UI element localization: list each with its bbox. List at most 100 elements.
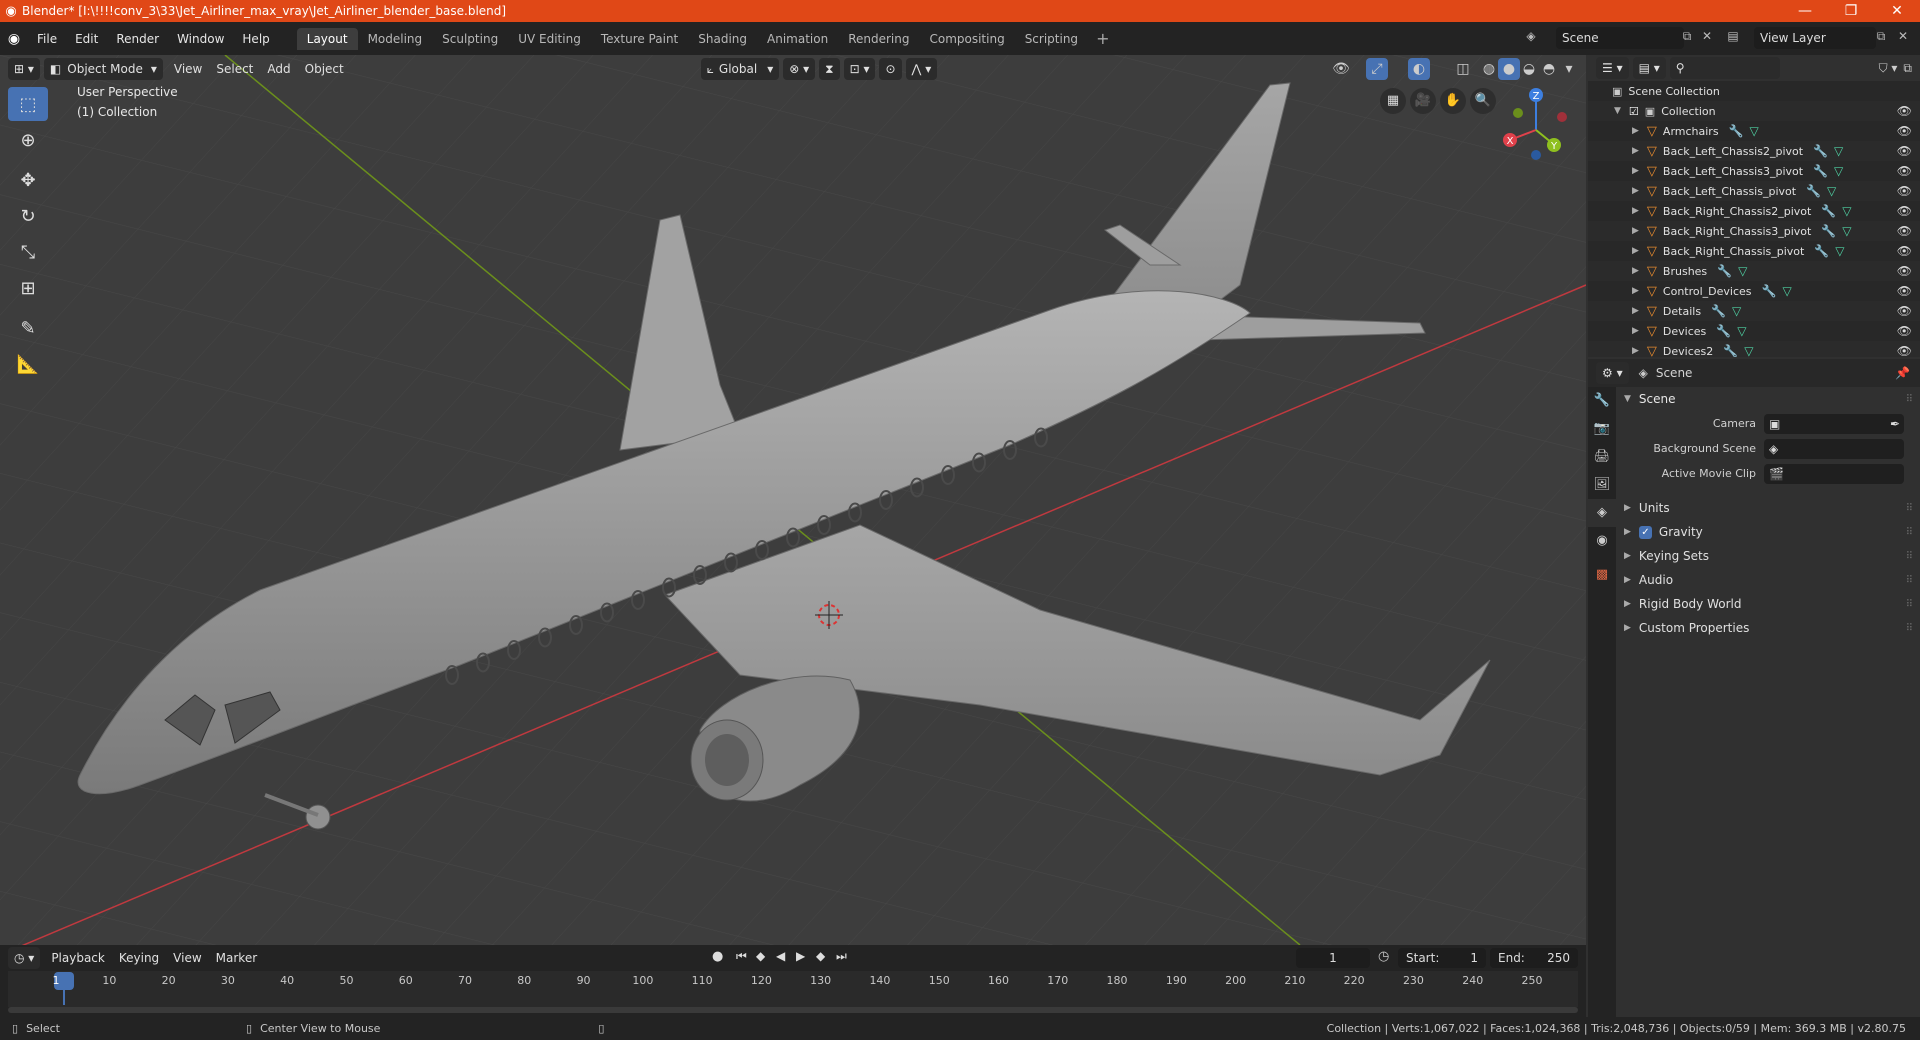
properties-editor-type-button[interactable]: ⚙ ▾ (1596, 362, 1629, 384)
xray-toggle-icon[interactable]: ◫ (1452, 58, 1474, 80)
mesh-data-icon[interactable]: ▽ (1732, 304, 1741, 318)
eye-icon[interactable]: 👁 (1897, 164, 1912, 178)
transform-orientation-selector[interactable]: ⟀ Global ▾ (700, 58, 780, 80)
rotate-tool[interactable]: ↻ (8, 199, 48, 233)
expand-icon[interactable]: ▼ (1614, 106, 1621, 116)
tab-layout[interactable]: Layout (296, 27, 358, 50)
snap-toggle-icon[interactable]: ⧗ (819, 58, 840, 80)
snap-target-button[interactable]: ⊡ ▾ (843, 58, 876, 80)
modifier-icon[interactable]: 🔧 (1729, 124, 1744, 138)
movie-clip-field[interactable]: 🎬 (1764, 463, 1904, 484)
drag-handle-icon[interactable]: ⠿ (1906, 575, 1914, 586)
mesh-data-icon[interactable]: ▽ (1783, 284, 1792, 298)
checkbox-icon[interactable]: ☑ (1629, 105, 1639, 118)
drag-handle-icon[interactable]: ⠿ (1906, 503, 1914, 514)
timeline-ruler[interactable]: 1 10 20 30 40 50 60 70 80 90 100 110 120 130 140 150 160… (8, 971, 1578, 1007)
tab-texture-paint[interactable]: Texture Paint (591, 28, 688, 50)
solid-shading-icon[interactable]: ● (1498, 58, 1520, 80)
outliner-editor-type-button[interactable]: ☰ ▾ (1596, 57, 1629, 79)
scale-tool[interactable]: ⤡ (8, 235, 48, 269)
outliner-item[interactable]: ▶ ▽ Back_Right_Chassis2_pivot 🔧 ▽ 👁 (1588, 201, 1920, 221)
tool-tab-icon[interactable]: 🔧 (1588, 387, 1616, 415)
outliner-search-input[interactable]: ⚲ (1669, 57, 1780, 79)
modifier-icon[interactable]: 🔧 (1762, 284, 1777, 298)
record-icon[interactable]: ● (712, 949, 723, 964)
drag-handle-icon[interactable]: ⠿ (1906, 599, 1914, 610)
drag-handle-icon[interactable]: ⠿ (1906, 551, 1914, 562)
menu-window[interactable]: Window (168, 32, 233, 46)
mesh-data-icon[interactable]: ▽ (1834, 144, 1843, 158)
rigid-body-world-panel[interactable]: ▶ Rigid Body World ⠿ (1616, 592, 1920, 616)
timeline-menu-marker[interactable]: Marker (209, 951, 264, 965)
material-shading-icon[interactable]: ◒ (1518, 58, 1540, 80)
preview-range-icon[interactable]: ◷ (1378, 949, 1389, 964)
menu-help[interactable]: Help (233, 32, 278, 46)
falloff-button[interactable]: ⋀ ▾ (905, 58, 938, 80)
tab-modeling[interactable]: Modeling (358, 28, 433, 50)
chevron-right-icon[interactable]: ▶ (1632, 286, 1639, 296)
chevron-right-icon[interactable]: ▶ (1632, 206, 1639, 216)
cursor-tool[interactable]: ⊕ (8, 123, 48, 157)
measure-tool[interactable]: 📐 (8, 347, 48, 381)
blender-menu-icon[interactable]: ◉ (0, 31, 28, 47)
toggle-grid-view-icon[interactable]: ▦ (1380, 88, 1406, 114)
viewport-menu-view[interactable]: View (167, 62, 209, 76)
prev-keyframe-icon[interactable]: ◆ (756, 949, 765, 963)
view-layer-tab-icon[interactable]: 🖼 (1588, 471, 1616, 499)
drag-handle-icon[interactable]: ⠿ (1906, 527, 1914, 538)
audio-panel[interactable]: ▶ Audio ⠿ (1616, 568, 1920, 592)
rendered-shading-icon[interactable]: ◓ (1538, 58, 1560, 80)
modifier-icon[interactable]: 🔧 (1821, 224, 1836, 238)
tab-compositing[interactable]: Compositing (919, 28, 1014, 50)
eye-icon[interactable]: 👁 (1897, 324, 1912, 338)
modifier-icon[interactable]: 🔧 (1711, 304, 1726, 318)
pan-view-icon[interactable]: ✋ (1440, 88, 1466, 114)
pivot-point-button[interactable]: ⊗ ▾ (783, 58, 816, 80)
background-scene-field[interactable]: ◈ (1764, 438, 1904, 459)
gravity-checkbox[interactable]: ✓ (1638, 525, 1652, 539)
custom-properties-panel[interactable]: ▶ Custom Properties ⠿ (1616, 616, 1920, 640)
eye-icon[interactable]: 👁 (1897, 144, 1912, 158)
new-collection-icon[interactable]: ⧉ (1903, 61, 1912, 76)
tab-shading[interactable]: Shading (688, 28, 757, 50)
eye-icon[interactable]: 👁 (1897, 224, 1912, 238)
end-frame-field[interactable]: End: 250 (1490, 948, 1578, 968)
overlays-toggle-icon[interactable]: ◐ (1408, 58, 1430, 80)
modifier-icon[interactable]: 🔧 (1814, 244, 1829, 258)
tab-rendering[interactable]: Rendering (838, 28, 919, 50)
zoom-view-icon[interactable]: 🔍 (1470, 88, 1496, 114)
chevron-right-icon[interactable]: ▶ (1632, 346, 1639, 356)
3d-viewport[interactable]: ⊞ ▾ ◧ Object Mode ▾ View Select Add Object… (0, 55, 1586, 945)
modifier-icon[interactable]: 🔧 (1717, 264, 1732, 278)
new-view-layer-icon[interactable]: ⧉ (1872, 29, 1890, 47)
outliner-item[interactable]: ▶ ▽ Devices2 🔧 ▽ 👁 (1588, 341, 1920, 357)
outliner-item[interactable]: ▶ ▽ Back_Right_Chassis3_pivot 🔧 ▽ 👁 (1588, 221, 1920, 241)
next-keyframe-icon[interactable]: ◆ (816, 949, 825, 963)
modifier-icon[interactable]: 🔧 (1806, 184, 1821, 198)
play-reverse-icon[interactable]: ◀ (776, 949, 785, 963)
chevron-right-icon[interactable]: ▶ (1632, 266, 1639, 276)
gizmo-toggle-icon[interactable]: ⤢ (1366, 58, 1388, 80)
gizmo-neg-y[interactable] (1513, 108, 1523, 118)
units-panel[interactable]: ▶ Units ⠿ (1616, 496, 1920, 520)
visibility-selectability-icon[interactable]: 👁 (1330, 58, 1352, 80)
modifier-icon[interactable]: 🔧 (1813, 164, 1828, 178)
minimize-button[interactable]: — (1782, 3, 1828, 19)
camera-view-icon[interactable]: 🎥 (1410, 88, 1436, 114)
timeline-scrollbar[interactable] (8, 1007, 1578, 1013)
display-mode-button[interactable]: ▤ ▾ (1632, 57, 1666, 79)
mesh-data-icon[interactable]: ▽ (1744, 344, 1753, 357)
navigation-gizmo[interactable]: Z X Y (1496, 85, 1576, 165)
drag-handle-icon[interactable]: ⠿ (1906, 623, 1914, 634)
mesh-data-icon[interactable]: ▽ (1827, 184, 1836, 198)
outliner-item[interactable]: ▶ ▽ Details 🔧 ▽ 👁 (1588, 301, 1920, 321)
drag-handle-icon[interactable]: ⠿ (1906, 394, 1914, 405)
scene-panel-header[interactable]: ▼ Scene ⠿ (1616, 387, 1920, 411)
mesh-data-icon[interactable]: ▽ (1842, 224, 1851, 238)
new-scene-icon[interactable]: ⧉ (1678, 29, 1696, 47)
wireframe-shading-icon[interactable]: ◍ (1478, 58, 1500, 80)
shading-options-icon[interactable]: ▾ (1558, 58, 1580, 80)
world-tab-icon[interactable]: ◉ (1588, 527, 1616, 555)
outliner-item[interactable]: ▶ ▽ Armchairs 🔧 ▽ 👁 (1588, 121, 1920, 141)
modifier-icon[interactable]: 🔧 (1716, 324, 1731, 338)
